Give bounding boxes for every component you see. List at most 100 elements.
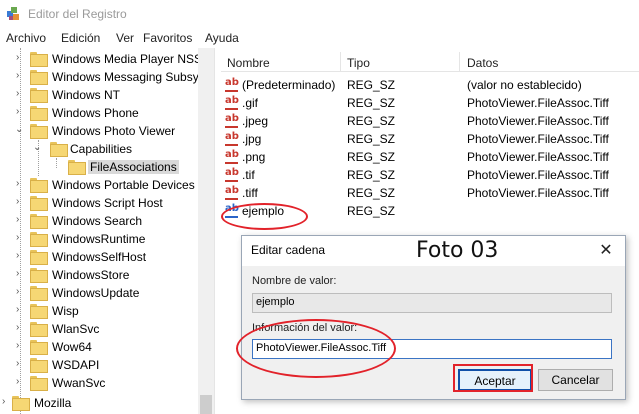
chevron-right-icon[interactable]: › — [16, 358, 26, 370]
value-type: REG_SZ — [347, 150, 396, 164]
chevron-right-icon[interactable]: › — [16, 340, 26, 352]
value-type: REG_SZ — [347, 114, 396, 128]
tree-item[interactable]: › Windows Messaging Subsy — [0, 68, 200, 86]
chevron-right-icon[interactable]: › — [16, 232, 26, 244]
chevron-right-icon[interactable]: › — [16, 322, 26, 334]
cancel-button[interactable]: Cancelar — [538, 369, 613, 391]
tree-scrollbar[interactable] — [198, 48, 214, 414]
list-item[interactable]: ab .jpeg REG_SZ PhotoViewer.FileAssoc.Ti… — [221, 112, 639, 130]
menu-edicion[interactable]: Edición — [61, 31, 100, 45]
column-divider[interactable] — [459, 52, 460, 72]
string-value-icon: ab — [224, 149, 240, 165]
string-value-icon: ab — [224, 167, 240, 183]
tree-item-label: WindowsSelfHost — [52, 250, 147, 264]
dialog-title-bar[interactable]: Editar cadena Foto 03 ✕ — [242, 236, 625, 266]
tree-item-label: WwanSvc — [52, 376, 106, 390]
list-item[interactable]: ab .tif REG_SZ PhotoViewer.FileAssoc.Tif… — [221, 166, 639, 184]
chevron-down-icon[interactable]: ⌄ — [33, 142, 43, 154]
chevron-right-icon[interactable]: › — [16, 106, 26, 118]
tree-item[interactable]: › WSDAPI — [0, 356, 200, 374]
value-type: REG_SZ — [347, 132, 396, 146]
list-item[interactable]: ab .gif REG_SZ PhotoViewer.FileAssoc.Tif… — [221, 94, 639, 112]
chevron-right-icon[interactable]: › — [16, 268, 26, 280]
tree-item-label: Windows Search — [52, 214, 143, 228]
menu-favoritos[interactable]: Favoritos — [143, 31, 192, 45]
close-icon[interactable]: ✕ — [594, 240, 618, 260]
tree-item-label: FileAssociations — [88, 160, 179, 174]
tree-item[interactable]: › WindowsSelfHost — [0, 248, 200, 266]
annotation-rect-accept — [453, 364, 533, 392]
menu-ayuda[interactable]: Ayuda — [205, 31, 239, 45]
chevron-right-icon[interactable]: › — [16, 376, 26, 388]
annotation-ellipse-value-name — [221, 203, 308, 230]
chevron-right-icon[interactable]: › — [16, 286, 26, 298]
annotation-ellipse-value-data — [236, 319, 396, 378]
tree-item[interactable]: › Wisp — [0, 302, 200, 320]
chevron-down-icon[interactable]: ⌄ — [15, 124, 25, 136]
tree-item[interactable]: › WindowsRuntime — [0, 230, 200, 248]
value-name: .jpeg — [242, 114, 269, 128]
menu-archivo[interactable]: Archivo — [6, 31, 46, 45]
string-value-icon: ab — [224, 77, 240, 93]
list-item[interactable]: ab .tiff REG_SZ PhotoViewer.FileAssoc.Ti… — [221, 184, 639, 202]
value-type: REG_SZ — [347, 204, 396, 218]
tree-item[interactable]: › Windows Script Host — [0, 194, 200, 212]
tree-item[interactable]: › Windows Search — [0, 212, 200, 230]
chevron-right-icon[interactable]: › — [16, 304, 26, 316]
key-tree[interactable]: › Windows Media Player NSS › Windows Mes… — [0, 48, 214, 414]
string-value-icon: ab — [224, 95, 240, 111]
pane-splitter[interactable] — [214, 48, 221, 414]
value-name: .png — [242, 150, 266, 164]
tree-item-expanded[interactable]: ⌄ Windows Photo Viewer — [0, 122, 200, 140]
chevron-right-icon[interactable]: › — [16, 178, 26, 190]
tree-item[interactable]: › Mozilla — [0, 394, 200, 412]
column-header-name[interactable]: Nombre — [227, 56, 270, 70]
chevron-right-icon[interactable]: › — [16, 214, 26, 226]
tree-item-label: WSDAPI — [52, 358, 100, 372]
list-item[interactable]: ab .png REG_SZ PhotoViewer.FileAssoc.Tif… — [221, 148, 639, 166]
chevron-right-icon[interactable]: › — [16, 88, 26, 100]
tree-item[interactable]: › WlanSvc — [0, 320, 200, 338]
tree-item-expanded[interactable]: ⌄ Capabilities — [0, 140, 200, 158]
tree-scrollbar-thumb[interactable] — [200, 395, 212, 414]
folder-icon — [30, 124, 48, 139]
value-type: REG_SZ — [347, 168, 396, 182]
chevron-right-icon[interactable]: › — [16, 52, 26, 64]
folder-icon — [30, 322, 48, 337]
chevron-right-icon[interactable]: › — [2, 396, 12, 408]
column-header-data[interactable]: Datos — [467, 56, 498, 70]
tree-item[interactable]: › Windows Portable Devices — [0, 176, 200, 194]
tree-item[interactable]: › WindowsStore — [0, 266, 200, 284]
value-name: .jpg — [242, 132, 262, 146]
tree-item[interactable]: › Windows NT — [0, 86, 200, 104]
column-divider[interactable] — [340, 52, 341, 72]
tree-item-label: Windows Phone — [52, 106, 139, 120]
value-name-label: Nombre de valor: — [252, 275, 337, 287]
tree-item[interactable]: › Windows Media Player NSS — [0, 50, 203, 68]
tree-item[interactable]: › WwanSvc — [0, 374, 200, 392]
folder-icon — [30, 106, 48, 121]
string-value-icon: ab — [224, 131, 240, 147]
folder-icon — [50, 142, 68, 157]
menu-ver[interactable]: Ver — [116, 31, 134, 45]
column-header-type[interactable]: Tipo — [347, 56, 370, 70]
tree-item-selected[interactable]: FileAssociations — [0, 158, 200, 176]
list-item[interactable]: ab (Predeterminado) REG_SZ (valor no est… — [221, 76, 639, 94]
dialog-title: Editar cadena — [251, 243, 326, 257]
title-bar: Editor del Registro — [0, 0, 639, 28]
value-data: PhotoViewer.FileAssoc.Tiff — [467, 114, 609, 128]
tree-item[interactable]: › WindowsUpdate — [0, 284, 200, 302]
list-item[interactable]: ab .jpg REG_SZ PhotoViewer.FileAssoc.Tif… — [221, 130, 639, 148]
tree-item[interactable]: › Windows Phone — [0, 104, 200, 122]
window-title: Editor del Registro — [28, 7, 127, 21]
tree-item-label: Windows Media Player NSS — [52, 52, 203, 66]
tree-item[interactable]: › Wow64 — [0, 338, 200, 356]
folder-icon — [30, 178, 48, 193]
tree-item-label: Windows Script Host — [52, 196, 163, 210]
chevron-right-icon[interactable]: › — [16, 250, 26, 262]
chevron-right-icon[interactable]: › — [16, 70, 26, 82]
folder-icon — [30, 268, 48, 283]
chevron-right-icon[interactable]: › — [16, 196, 26, 208]
value-name: .tiff — [242, 186, 258, 200]
folder-icon — [30, 232, 48, 247]
